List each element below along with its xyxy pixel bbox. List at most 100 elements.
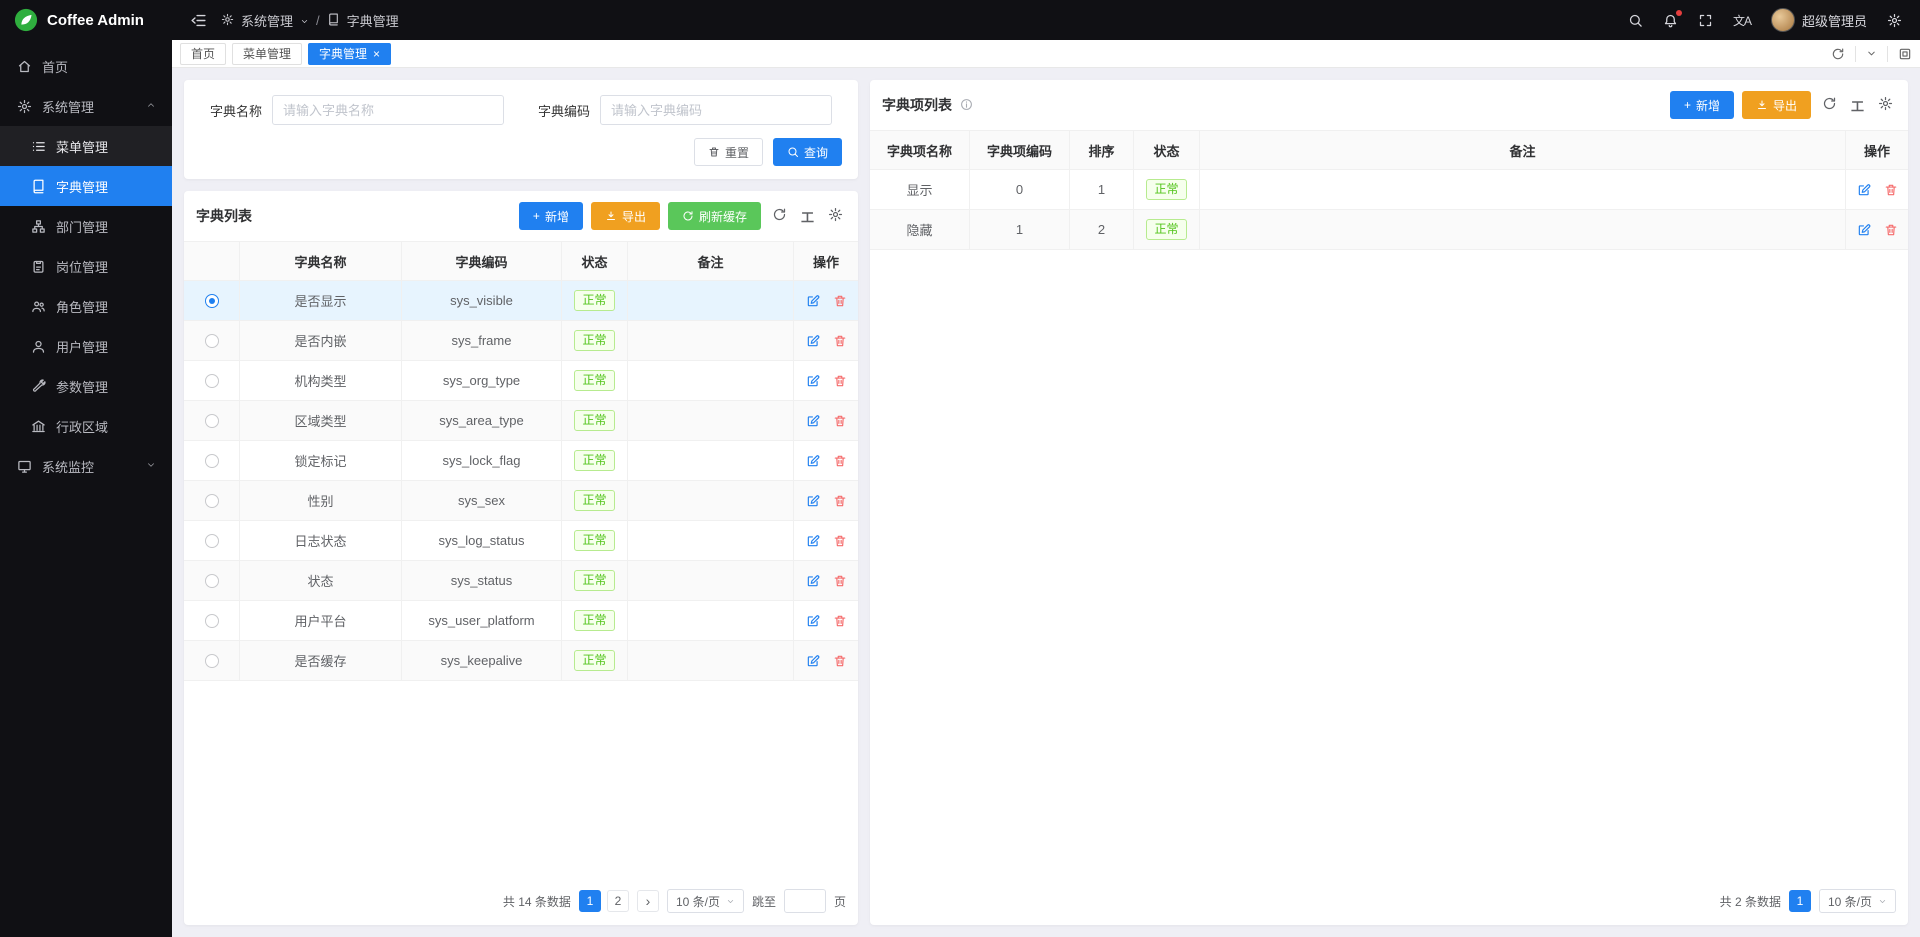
sidebar-item-role-mgmt[interactable]: 角色管理 <box>0 286 172 326</box>
edit-icon[interactable] <box>806 654 820 668</box>
delete-icon[interactable] <box>833 534 847 548</box>
delete-icon[interactable] <box>833 614 847 628</box>
table-row[interactable]: 用户平台 sys_user_platform 正常 <box>184 601 858 641</box>
layout-toggle-icon[interactable] <box>1898 47 1912 61</box>
dict-name-cell: 状态 <box>240 561 402 601</box>
delete-icon[interactable] <box>833 374 847 388</box>
edit-icon[interactable] <box>806 454 820 468</box>
row-radio[interactable] <box>205 614 219 628</box>
page-size-select[interactable]: 10 条/页 <box>1819 889 1896 913</box>
table-row[interactable]: 状态 sys_status 正常 <box>184 561 858 601</box>
close-icon[interactable]: × <box>373 48 380 60</box>
table-row[interactable]: 是否内嵌 sys_frame 正常 <box>184 321 858 361</box>
table-row[interactable]: 是否缓存 sys_keepalive 正常 <box>184 641 858 681</box>
delete-icon[interactable] <box>833 574 847 588</box>
delete-icon[interactable] <box>833 494 847 508</box>
notification-bell-icon[interactable] <box>1663 13 1678 28</box>
delete-icon[interactable] <box>833 454 847 468</box>
table-row[interactable]: 性别 sys_sex 正常 <box>184 481 858 521</box>
edit-icon[interactable] <box>806 614 820 628</box>
table-row[interactable]: 日志状态 sys_log_status 正常 <box>184 521 858 561</box>
table-row[interactable]: 是否显示 sys_visible 正常 <box>184 281 858 321</box>
refresh-tab-icon[interactable] <box>1831 47 1845 61</box>
delete-icon[interactable] <box>833 654 847 668</box>
breadcrumb-item-system[interactable]: 系统管理 <box>241 11 293 30</box>
row-radio[interactable] <box>205 574 219 588</box>
page-button[interactable]: 1 <box>579 890 601 912</box>
table-row[interactable]: 区域类型 sys_area_type 正常 <box>184 401 858 441</box>
fullscreen-icon[interactable] <box>1698 13 1713 28</box>
edit-icon[interactable] <box>1857 183 1871 197</box>
edit-icon[interactable] <box>806 534 820 548</box>
jump-page-input[interactable] <box>784 889 826 913</box>
edit-icon[interactable] <box>806 334 820 348</box>
search-icon[interactable] <box>1628 13 1643 28</box>
tab[interactable]: 首页 × <box>180 43 226 65</box>
tab[interactable]: 字典管理 × <box>308 43 391 65</box>
user-menu[interactable]: 超级管理员 <box>1771 8 1867 32</box>
delete-icon[interactable] <box>833 334 847 348</box>
sidebar-fold-icon[interactable] <box>190 12 207 29</box>
delete-icon[interactable] <box>1884 223 1898 237</box>
page-button[interactable]: 1 <box>1789 890 1811 912</box>
page-button[interactable]: 2 <box>607 890 629 912</box>
edit-icon[interactable] <box>806 374 820 388</box>
info-icon[interactable] <box>960 98 973 113</box>
tab[interactable]: 菜单管理 × <box>232 43 302 65</box>
query-button[interactable]: 查询 <box>773 138 842 166</box>
dict-name-input[interactable] <box>272 95 504 125</box>
row-radio[interactable] <box>205 534 219 548</box>
sidebar-item-monitor[interactable]: 系统监控 <box>0 446 172 486</box>
sidebar-item-param-mgmt[interactable]: 参数管理 <box>0 366 172 406</box>
edit-icon[interactable] <box>806 574 820 588</box>
item-add-button[interactable]: + 新增 <box>1670 91 1734 119</box>
reset-button[interactable]: 重置 <box>694 138 763 166</box>
next-page-button[interactable]: › <box>637 890 659 912</box>
edit-icon[interactable] <box>806 494 820 508</box>
row-radio[interactable] <box>205 494 219 508</box>
sidebar-item-home[interactable]: 首页 <box>0 46 172 86</box>
sidebar-item-dept-mgmt[interactable]: 部门管理 <box>0 206 172 246</box>
delete-icon[interactable] <box>833 294 847 308</box>
add-button[interactable]: + 新增 <box>519 202 583 230</box>
edit-icon[interactable] <box>806 414 820 428</box>
language-icon[interactable]: 文A <box>1733 12 1751 29</box>
row-radio[interactable] <box>205 414 219 428</box>
table-row[interactable]: 机构类型 sys_org_type 正常 <box>184 361 858 401</box>
row-radio[interactable] <box>205 374 219 388</box>
edit-icon[interactable] <box>1857 223 1871 237</box>
sidebar-item-menu-mgmt[interactable]: 菜单管理 <box>0 126 172 166</box>
table-row[interactable]: 显示 0 1 正常 <box>870 170 1908 210</box>
row-radio[interactable] <box>205 294 219 308</box>
export-button[interactable]: 导出 <box>591 202 660 230</box>
dict-code-input[interactable] <box>600 95 832 125</box>
edit-icon[interactable] <box>806 294 820 308</box>
sidebar-item-user-mgmt[interactable]: 用户管理 <box>0 326 172 366</box>
refresh-cache-button[interactable]: 刷新缓存 <box>668 202 761 230</box>
sidebar-item-dict-mgmt[interactable]: 字典管理 <box>0 166 172 206</box>
status-cell: 正常 <box>1134 170 1200 210</box>
density-icon[interactable]: 工 <box>1848 96 1867 115</box>
page-size-select[interactable]: 10 条/页 <box>667 889 744 913</box>
sidebar-item-post-mgmt[interactable]: 岗位管理 <box>0 246 172 286</box>
app-logo[interactable]: Coffee Admin <box>0 0 172 40</box>
delete-icon[interactable] <box>833 414 847 428</box>
row-radio[interactable] <box>205 334 219 348</box>
table-row[interactable]: 锁定标记 sys_lock_flag 正常 <box>184 441 858 481</box>
reload-table-icon[interactable] <box>1819 96 1840 113</box>
column-settings-gear-icon[interactable] <box>825 207 846 224</box>
settings-gear-icon[interactable] <box>1887 13 1902 28</box>
table-row[interactable]: 隐藏 1 2 正常 <box>870 210 1908 250</box>
status-badge: 正常 <box>1146 219 1186 240</box>
row-radio[interactable] <box>205 454 219 468</box>
column-settings-gear-icon[interactable] <box>1875 96 1896 113</box>
item-export-button[interactable]: 导出 <box>1742 91 1811 119</box>
breadcrumb-item-dict[interactable]: 字典管理 <box>347 11 399 30</box>
density-icon[interactable]: 工 <box>798 207 817 226</box>
delete-icon[interactable] <box>1884 183 1898 197</box>
reload-table-icon[interactable] <box>769 207 790 224</box>
sidebar-item-system[interactable]: 系统管理 <box>0 86 172 126</box>
sidebar-item-region[interactable]: 行政区域 <box>0 406 172 446</box>
tab-options-chevron-icon[interactable] <box>1866 48 1877 59</box>
row-radio[interactable] <box>205 654 219 668</box>
